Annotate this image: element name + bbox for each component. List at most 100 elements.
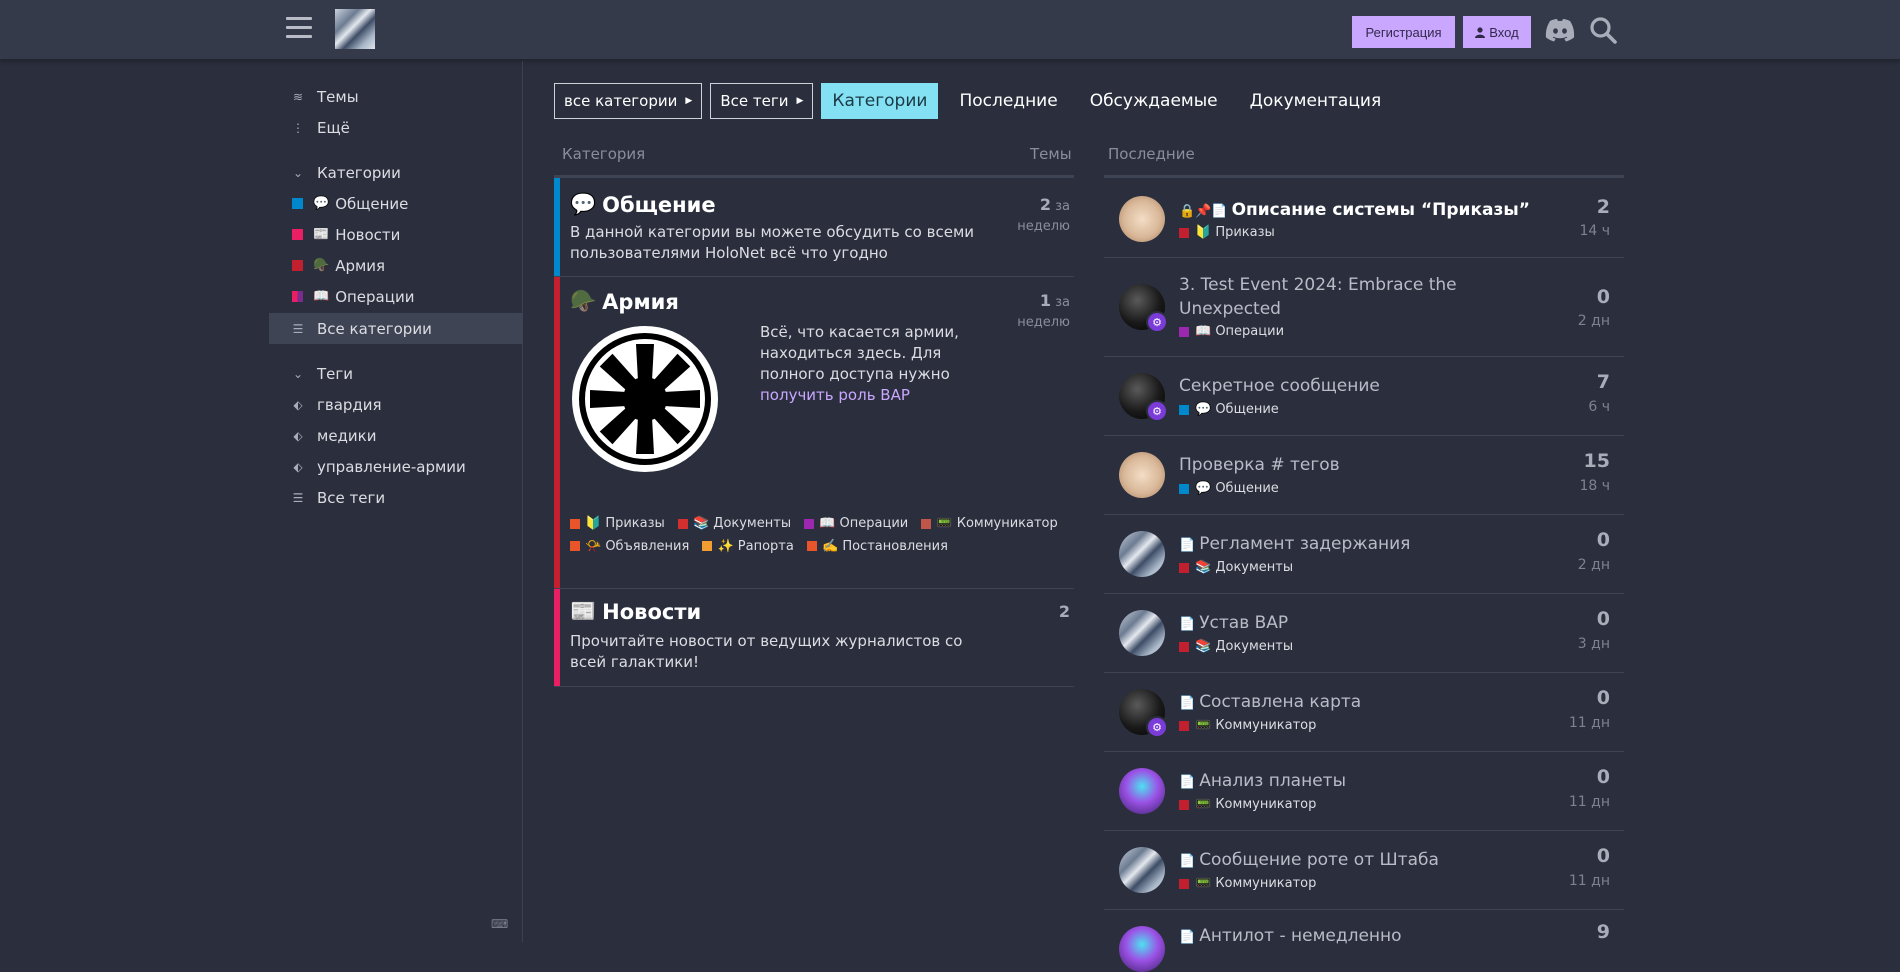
discord-icon[interactable]: [1545, 18, 1575, 42]
topic-category[interactable]: 💬 Общение: [1179, 402, 1279, 417]
search-icon[interactable]: [1589, 16, 1617, 44]
topic-category[interactable]: 📟 Коммуникатор: [1179, 797, 1316, 812]
subcategory-postanovleniya[interactable]: ✍️ Постановления: [807, 536, 948, 557]
topic-post-count[interactable]: 2: [1597, 196, 1610, 218]
category-row[interactable]: 💬 Общение В данной категории вы можете о…: [554, 175, 1074, 276]
topic-title[interactable]: 📄 Антилот - немедленно: [1179, 924, 1479, 950]
sidebar-item-tag-gvardiya[interactable]: ⬖ гвардия: [269, 389, 523, 420]
get-role-link[interactable]: получить роль ВАР: [760, 386, 910, 404]
tab-hot[interactable]: Обсуждаемые: [1079, 83, 1229, 119]
subcategory-prikazy[interactable]: 🔰 Приказы: [570, 513, 665, 534]
topic-post-count[interactable]: 0: [1597, 529, 1610, 551]
topic-category[interactable]: 📟 Коммуникатор: [1179, 718, 1316, 733]
topic-age[interactable]: 3 дн: [1578, 636, 1610, 652]
topic-row[interactable]: ⚙ 3. Test Event 2024: Embrace the Unexpe…: [1104, 257, 1624, 356]
category-title[interactable]: 💬 Общение: [570, 192, 716, 217]
column-header-topics[interactable]: Темы: [1030, 145, 1072, 163]
topic-age[interactable]: 6 ч: [1588, 399, 1610, 415]
topic-title[interactable]: 📄 Составлена карта: [1179, 690, 1479, 716]
topic-category[interactable]: 📖 Операции: [1179, 324, 1284, 339]
topic-post-count[interactable]: 15: [1584, 450, 1610, 472]
subcategory-kommunikator[interactable]: 📟 Коммуникатор: [921, 513, 1058, 534]
pager-icon: 📟: [936, 516, 953, 531]
column-header-category[interactable]: Категория: [562, 145, 645, 163]
category-color-swatch: [702, 541, 713, 551]
category-row[interactable]: 📰 Новости Прочитайте новости от ведущих …: [554, 588, 1074, 687]
topic-row[interactable]: ⚙ Секретное сообщение 💬 Общение 7 6 ч: [1104, 356, 1624, 435]
topic-title[interactable]: 🔒📌📄 Описание системы “Приказы”: [1179, 198, 1539, 224]
topic-row[interactable]: 📄 Сообщение роте от Штаба 📟 Коммуникатор …: [1104, 830, 1624, 909]
topic-title[interactable]: 3. Test Event 2024: Embrace the Unexpect…: [1179, 273, 1479, 321]
category-dropdown[interactable]: все категории ▶: [554, 83, 703, 119]
avatar[interactable]: [1119, 610, 1165, 656]
subcategory-obyavleniya[interactable]: 📯 Объявления: [570, 536, 689, 557]
avatar[interactable]: [1119, 847, 1165, 893]
avatar[interactable]: [1119, 768, 1165, 814]
avatar[interactable]: [1119, 531, 1165, 577]
register-button[interactable]: Регистрация: [1352, 16, 1455, 48]
tab-latest[interactable]: Последние: [948, 83, 1068, 119]
topic-title[interactable]: Проверка # тегов: [1179, 453, 1479, 477]
tag-dropdown[interactable]: Все теги ▶: [710, 83, 814, 119]
topic-row[interactable]: 📄 Устав ВАР 📚 Документы 0 3 дн: [1104, 593, 1624, 672]
category-title[interactable]: 📰 Новости: [570, 599, 701, 624]
sidebar-item-obshchenie[interactable]: 💬 Общение: [269, 188, 523, 219]
topic-age[interactable]: 2 дн: [1578, 313, 1610, 329]
site-logo[interactable]: [335, 9, 375, 49]
topic-age[interactable]: 2 дн: [1578, 557, 1610, 573]
topic-title[interactable]: 📄 Сообщение роте от Штаба: [1179, 848, 1479, 874]
topic-title[interactable]: 📄 Устав ВАР: [1179, 611, 1479, 637]
avatar[interactable]: [1119, 452, 1165, 498]
topic-row[interactable]: 📄 Антилот - немедленно 9: [1104, 909, 1624, 972]
topic-post-count[interactable]: 0: [1597, 286, 1610, 308]
sidebar-item-label: Общение: [335, 194, 409, 213]
topic-age[interactable]: 18 ч: [1579, 478, 1610, 494]
sidebar-item-all-categories[interactable]: ☰ Все категории: [269, 313, 523, 344]
sidebar-section-categories[interactable]: ⌄ Категории: [269, 157, 523, 188]
sidebar-item-armiya[interactable]: 🪖 Армия: [269, 250, 523, 281]
topic-post-count[interactable]: 0: [1597, 608, 1610, 630]
category-row[interactable]: 🪖 Армия Всё, что касается армии, находит…: [554, 276, 1074, 588]
tab-docs[interactable]: Документация: [1239, 83, 1393, 119]
topic-row[interactable]: Проверка # тегов 💬 Общение 15 18 ч: [1104, 435, 1624, 514]
sidebar-section-tags[interactable]: ⌄ Теги: [269, 358, 523, 389]
topic-age[interactable]: 11 дн: [1569, 715, 1610, 731]
sidebar-item-tag-mediki[interactable]: ⬖ медики: [269, 420, 523, 451]
topic-post-count[interactable]: 7: [1597, 371, 1610, 393]
sidebar-item-novosti[interactable]: 📰 Новости: [269, 219, 523, 250]
topic-post-count[interactable]: 0: [1597, 687, 1610, 709]
topic-age[interactable]: 11 дн: [1569, 873, 1610, 889]
topic-category[interactable]: 💬 Общение: [1179, 481, 1279, 496]
avatar[interactable]: [1119, 926, 1165, 972]
topic-title[interactable]: Секретное сообщение: [1179, 374, 1479, 398]
topic-row[interactable]: 📄 Анализ планеты 📟 Коммуникатор 0 11 дн: [1104, 751, 1624, 830]
topic-post-count[interactable]: 0: [1597, 845, 1610, 867]
avatar[interactable]: [1119, 196, 1165, 242]
topic-row[interactable]: ⚙ 📄 Составлена карта 📟 Коммуникатор 0 11 …: [1104, 672, 1624, 751]
topic-category[interactable]: 📟 Коммуникатор: [1179, 876, 1316, 891]
sidebar-item-topics[interactable]: ≋ Темы: [269, 81, 523, 112]
topic-age[interactable]: 14 ч: [1579, 223, 1610, 239]
subcategory-operatsii[interactable]: 📖 Операции: [804, 513, 908, 534]
login-button[interactable]: Вход: [1463, 16, 1531, 48]
subcategory-raporta[interactable]: ✨ Рапорта: [702, 536, 794, 557]
topic-category[interactable]: 🔰 Приказы: [1179, 225, 1275, 240]
topic-title[interactable]: 📄 Регламент задержания: [1179, 532, 1479, 558]
category-title[interactable]: 🪖 Армия: [570, 289, 679, 314]
topic-age[interactable]: 11 дн: [1569, 794, 1610, 810]
topic-post-count[interactable]: 9: [1597, 921, 1610, 943]
topic-title[interactable]: 📄 Анализ планеты: [1179, 769, 1479, 795]
subcategory-dokumenty[interactable]: 📚 Документы: [677, 513, 791, 534]
topic-category[interactable]: 📚 Документы: [1179, 560, 1293, 575]
keyboard-icon[interactable]: ⌨: [491, 917, 508, 931]
topic-category[interactable]: 📚 Документы: [1179, 639, 1293, 654]
sidebar-item-more[interactable]: ⋮ Ещё: [269, 112, 523, 143]
topic-row[interactable]: 📄 Регламент задержания 📚 Документы 0 2 дн: [1104, 514, 1624, 593]
sidebar-item-tag-upravlenie-armii[interactable]: ⬖ управление-армии: [269, 451, 523, 482]
topic-post-count[interactable]: 0: [1597, 766, 1610, 788]
tab-categories[interactable]: Категории: [821, 83, 939, 119]
sidebar-item-all-tags[interactable]: ☰ Все теги: [269, 482, 523, 513]
topic-row[interactable]: 🔒📌📄 Описание системы “Приказы” 🔰 Приказы …: [1104, 175, 1624, 257]
hamburger-menu-icon[interactable]: [286, 17, 312, 41]
sidebar-item-operatsii[interactable]: 📖 Операции: [269, 281, 523, 312]
